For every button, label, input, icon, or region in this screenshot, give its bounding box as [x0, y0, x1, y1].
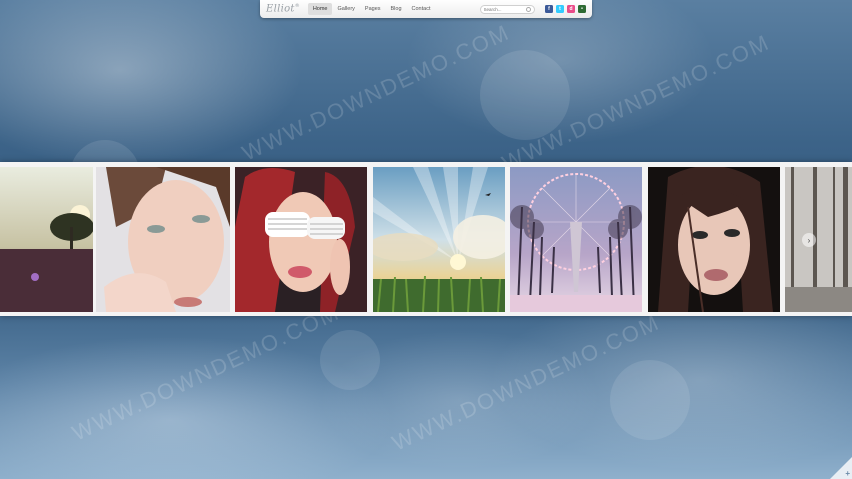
site-logo[interactable]: Elliot® — [266, 3, 308, 14]
plus-icon[interactable]: + — [845, 469, 850, 478]
search-icon[interactable] — [526, 6, 531, 12]
social-links: f t d • — [545, 5, 586, 13]
logo-mark: ® — [294, 3, 301, 10]
gallery-photo-portrait-dark-hair[interactable] — [648, 167, 780, 312]
next-arrow-button[interactable]: › — [802, 233, 816, 247]
gallery-photo-portrait-redhead[interactable] — [235, 167, 367, 312]
gallery-strip — [0, 162, 852, 316]
flickr-icon[interactable]: • — [578, 5, 586, 13]
gallery-photo-portrait-girl[interactable] — [96, 167, 230, 312]
top-navbar: Elliot® Home Gallery Pages Blog Contact … — [260, 0, 592, 18]
dribbble-icon[interactable]: d — [567, 5, 575, 13]
watermark: WWW.DOWNDEMO.COM — [68, 299, 344, 446]
menu-item-blog[interactable]: Blog — [386, 3, 407, 15]
main-menu: Home Gallery Pages Blog Contact — [307, 0, 436, 18]
twitter-icon[interactable]: t — [556, 5, 564, 13]
watermark: WWW.DOWNDEMO.COM — [238, 19, 514, 166]
gallery-photo-ferris-wheel[interactable] — [510, 167, 642, 312]
logo-text: Elliot — [266, 3, 295, 15]
search-input[interactable] — [483, 6, 526, 12]
gallery-photo-sunset-field[interactable] — [0, 167, 93, 312]
gallery-photo-sky-sunbeams[interactable] — [373, 167, 505, 312]
menu-item-pages[interactable]: Pages — [360, 3, 386, 15]
menu-item-contact[interactable]: Contact — [407, 3, 436, 15]
menu-item-home[interactable]: Home — [307, 3, 333, 15]
gallery-photo-misty-forest[interactable] — [785, 167, 852, 312]
search-box — [479, 4, 535, 14]
menu-item-gallery[interactable]: Gallery — [332, 3, 359, 15]
facebook-icon[interactable]: f — [545, 5, 553, 13]
